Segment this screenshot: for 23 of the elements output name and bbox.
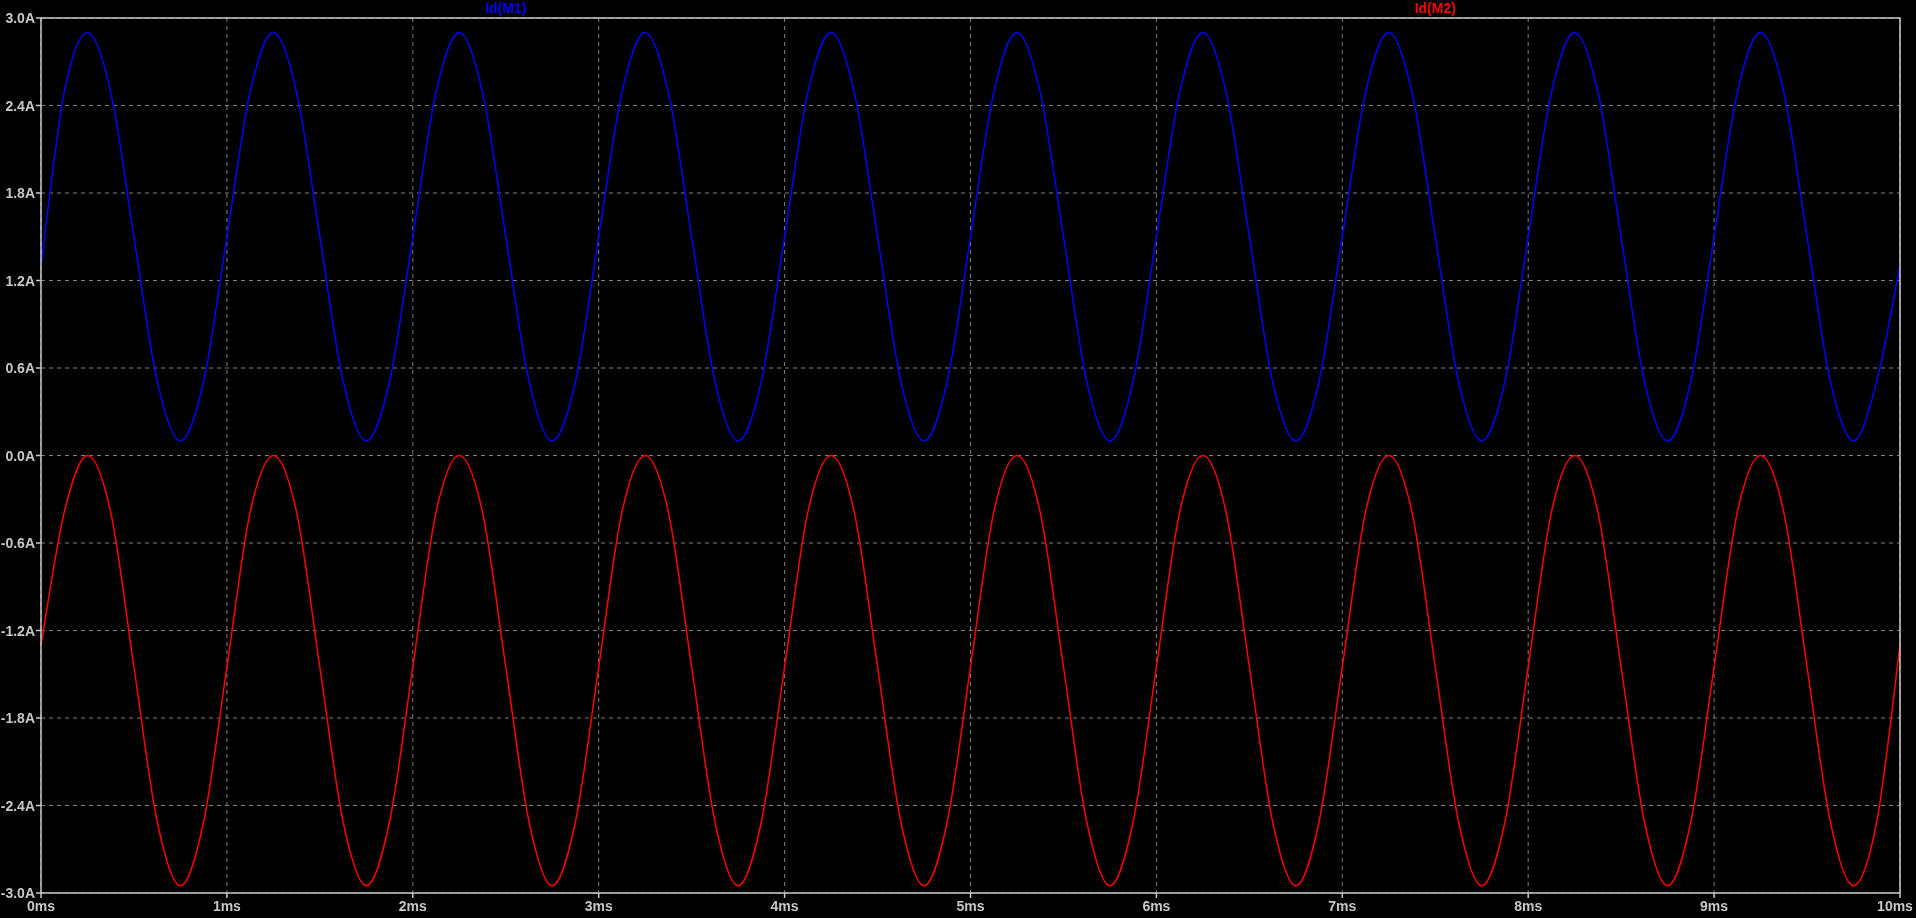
y-axis-label: 2.4A [5,97,35,114]
x-axis-label: 1ms [212,898,241,914]
y-axis-label: -1.8A [0,710,35,726]
y-axis-label: 1.2A [5,272,35,289]
trace-legend-label[interactable]: Id(M2) [1414,0,1456,16]
y-axis-label: -0.6A [0,535,35,551]
y-axis-label: -1.2A [0,622,35,639]
y-axis-label: 1.8A [5,185,35,201]
y-axis-label: 0.0A [5,447,35,464]
x-axis-label: 8ms [1514,898,1543,914]
x-axis-label: 6ms [1142,898,1171,914]
x-axis-label: 2ms [398,898,427,914]
y-axis-label: 0.6A [5,360,35,376]
x-axis-label: 7ms [1328,898,1357,914]
y-axis-label: 3.0A [5,10,35,26]
x-axis-label: 9ms [1700,898,1729,914]
y-axis-label: -2.4A [0,797,35,814]
x-axis-label: 0ms [27,898,55,914]
x-axis-label: 3ms [584,898,613,914]
y-axis-label: -3.0A [0,885,35,901]
x-axis-label: 4ms [770,898,799,914]
x-axis-label: 5ms [956,898,985,914]
x-axis-label: 10ms [1877,898,1913,914]
